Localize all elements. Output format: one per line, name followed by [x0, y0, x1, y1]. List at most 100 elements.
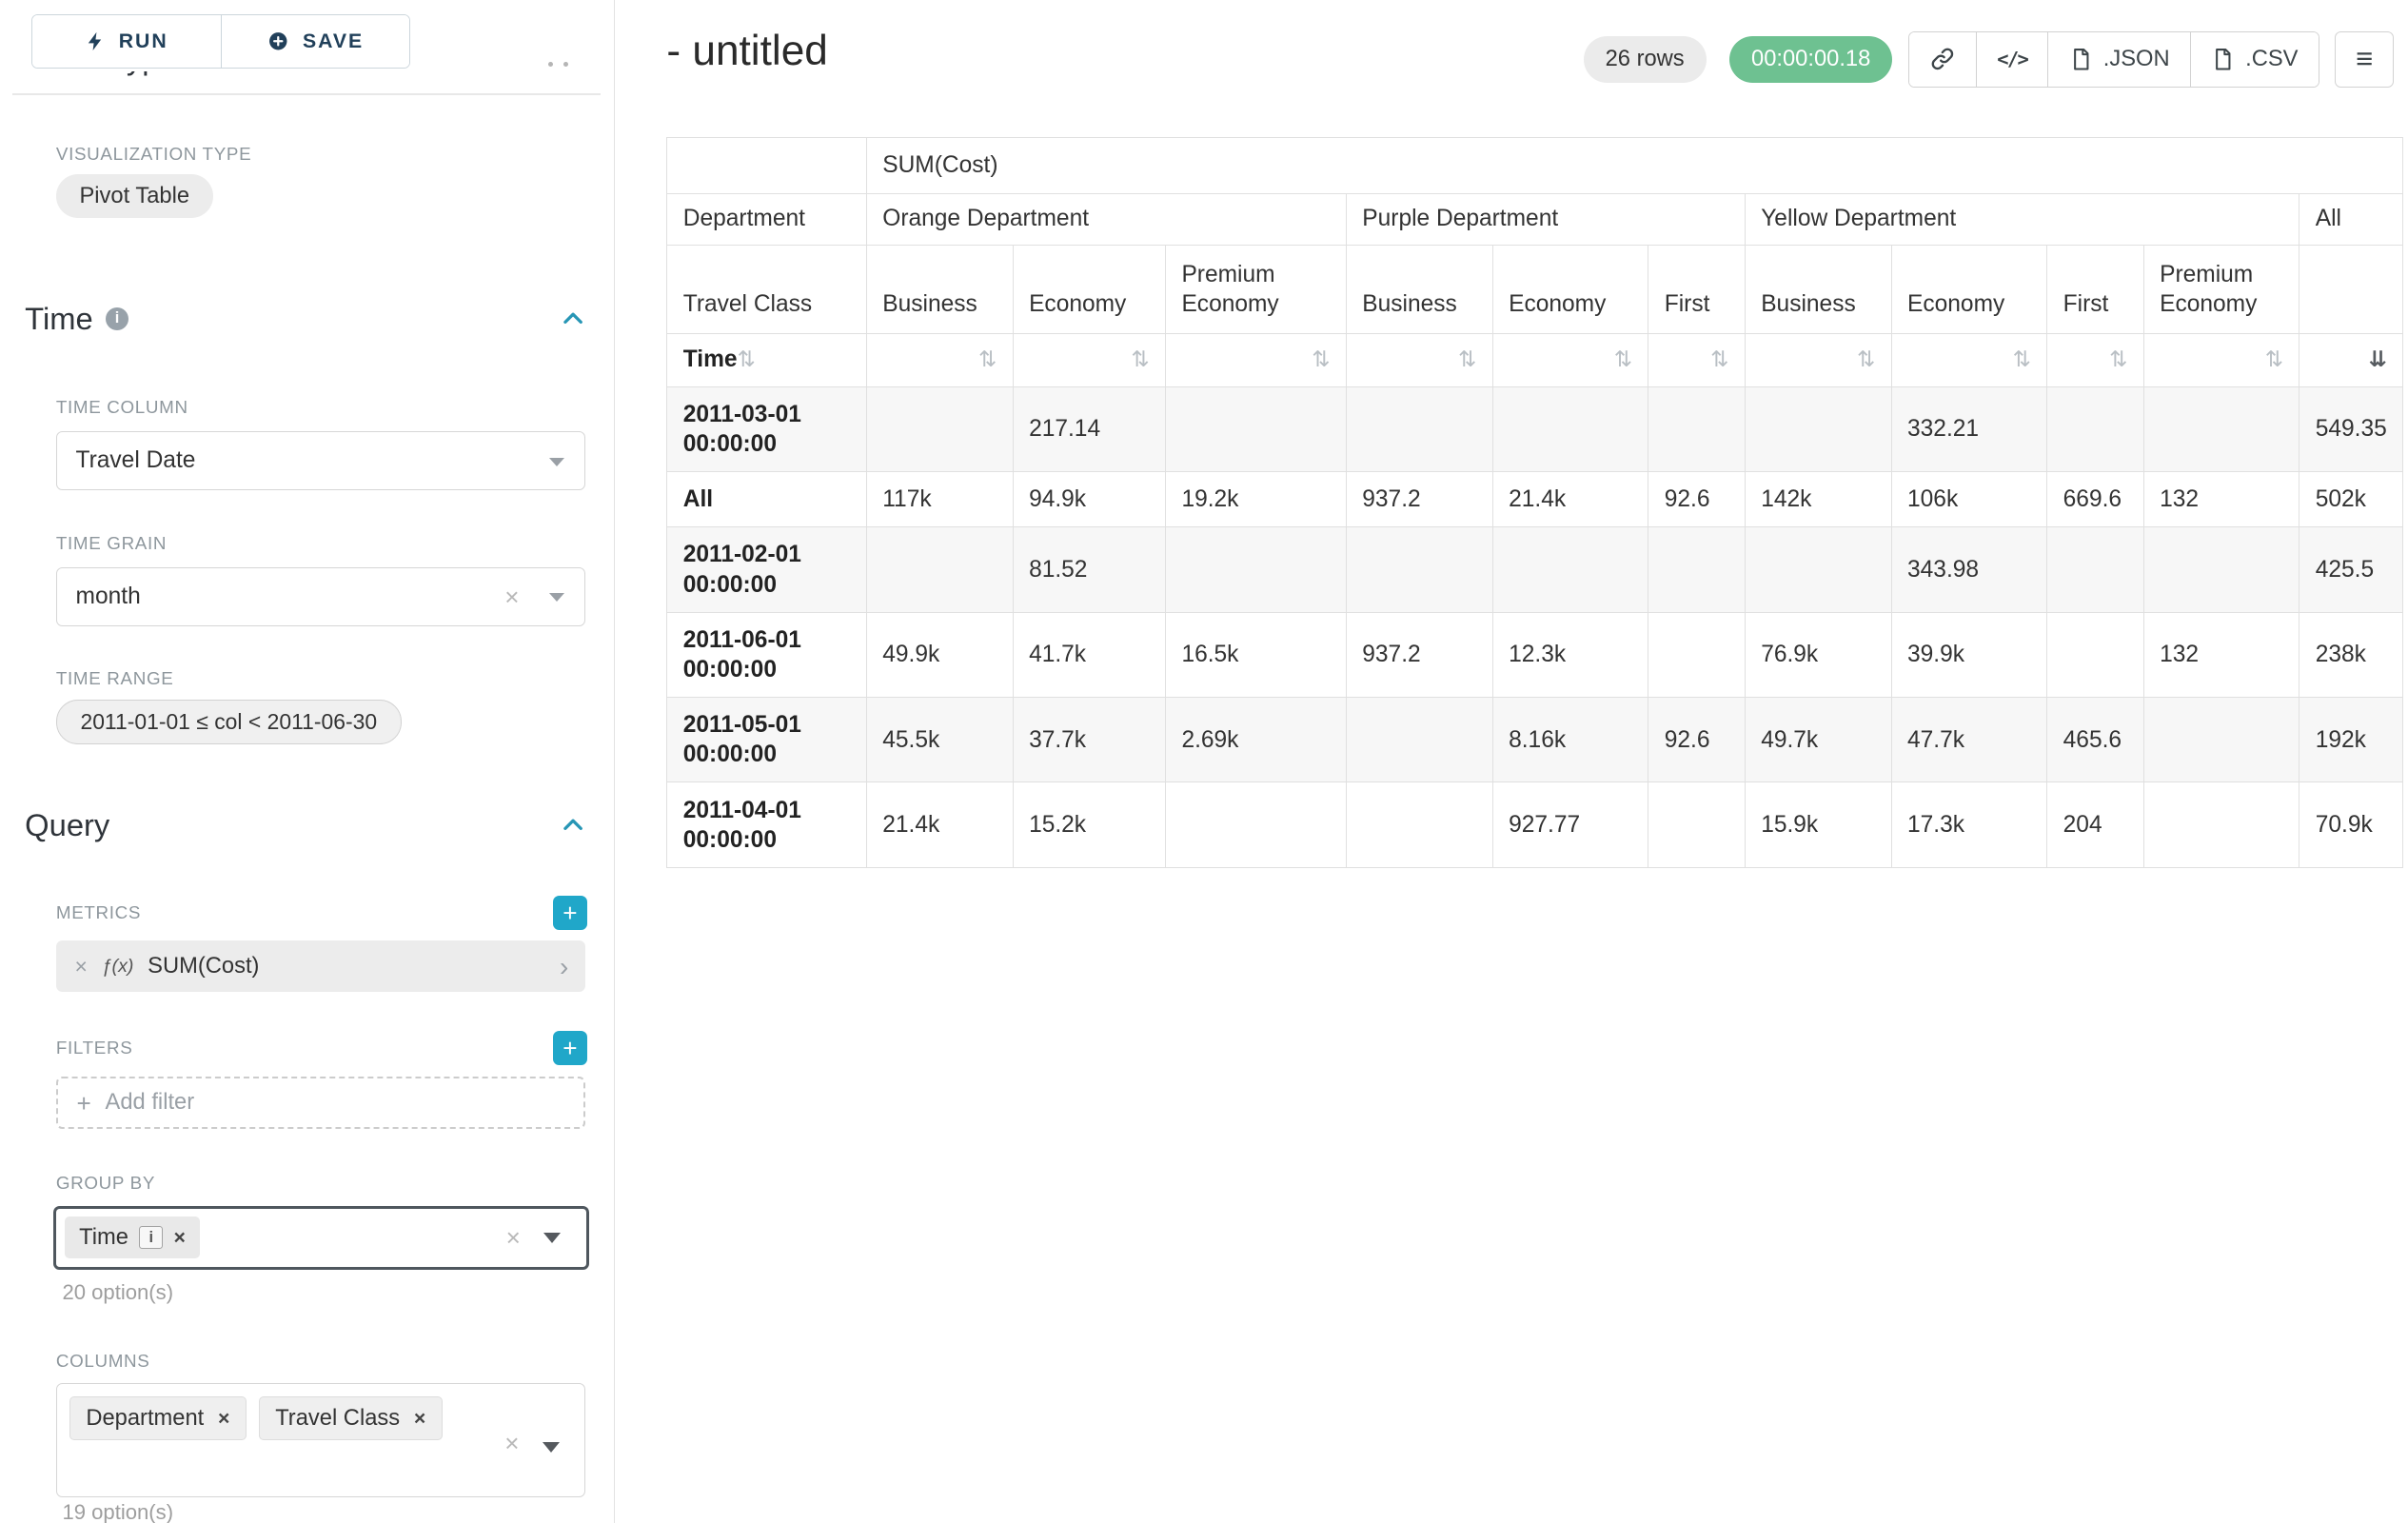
value-cell: 15.9k — [1745, 782, 1891, 867]
caret-down-icon[interactable] — [543, 1233, 561, 1243]
copy-link-button[interactable] — [1909, 32, 1976, 87]
add-filter-dropzone[interactable]: + Add filter — [56, 1077, 585, 1130]
sort-icon[interactable]: ⇅ — [1458, 347, 1476, 372]
value-cell: 425.5 — [2299, 527, 2403, 612]
sort-icon[interactable]: ⇅ — [1857, 347, 1875, 372]
caret-down-icon[interactable] — [549, 593, 564, 602]
value-cell: 217.14 — [1013, 386, 1165, 471]
sort-icon[interactable]: ⇅ — [2265, 347, 2283, 372]
pivot-metric-header: SUM(Cost) — [866, 138, 2402, 194]
query-section-header[interactable]: Query — [25, 807, 585, 843]
embed-code-button[interactable]: </> — [1976, 32, 2048, 87]
run-button[interactable]: RUN — [32, 15, 221, 69]
value-cell: 37.7k — [1013, 698, 1165, 782]
pivot-subcolumn-header: Premium Economy — [1166, 245, 1347, 333]
value-cell: 2.69k — [1166, 698, 1347, 782]
chevron-up-icon[interactable] — [561, 813, 585, 838]
sort-column-header[interactable]: ⇅ — [1013, 334, 1165, 387]
value-cell: 502k — [2299, 472, 2403, 527]
pivot-col-dimension-header: Department — [667, 193, 866, 245]
row-header: 2011-06-01 00:00:00 — [667, 612, 866, 697]
remove-tag-icon[interactable]: × — [414, 1407, 425, 1431]
remove-tag-icon[interactable]: × — [218, 1407, 229, 1431]
pivot-row-dimension-header[interactable]: Time⇅ — [667, 334, 866, 387]
metric-value: SUM(Cost) — [148, 954, 545, 979]
group-by-select[interactable]: Time i × × — [53, 1206, 589, 1270]
caret-down-icon[interactable] — [543, 1442, 560, 1453]
columns-tag[interactable]: Department × — [69, 1396, 247, 1440]
pivot-table-container: SUM(Cost)DepartmentOrange DepartmentPurp… — [666, 137, 2403, 868]
chevron-up-icon[interactable] — [561, 307, 585, 331]
remove-tag-icon[interactable]: × — [173, 1226, 185, 1250]
sort-column-header[interactable]: ⇅ — [1166, 334, 1347, 387]
save-button-label: SAVE — [303, 30, 364, 53]
pivot-subcolumn-header: First — [1648, 245, 1745, 333]
value-cell: 238k — [2299, 612, 2403, 697]
export-csv-button[interactable]: .CSV — [2190, 32, 2319, 87]
plus-icon: + — [77, 1091, 91, 1116]
value-cell — [1346, 386, 1492, 471]
table-row: All117k94.9k19.2k937.221.4k92.6142k106k6… — [667, 472, 2403, 527]
explore-view: Chart Type RUN SAVE VISUALIZATION TYPE P… — [0, 0, 2408, 1523]
drag-handle-dots — [548, 62, 568, 67]
value-cell: 94.9k — [1013, 472, 1165, 527]
time-column-select[interactable]: Travel Date — [56, 431, 585, 490]
metric-chip[interactable]: × ƒ(x) SUM(Cost) › — [56, 940, 585, 992]
sort-desc-icon[interactable]: ⇊ — [2369, 347, 2387, 372]
sort-column-header[interactable]: ⇅ — [866, 334, 1013, 387]
value-cell — [2143, 782, 2299, 867]
row-header: All — [667, 472, 866, 527]
add-filter-button[interactable]: + — [553, 1031, 587, 1065]
caret-down-icon[interactable] — [549, 458, 564, 466]
sort-column-header[interactable]: ⇅ — [1346, 334, 1492, 387]
value-cell — [1492, 386, 1648, 471]
columns-select[interactable]: Department × Travel Class × × — [56, 1383, 585, 1496]
clear-icon[interactable]: × — [506, 1225, 521, 1250]
sort-column-header[interactable]: ⇊ — [2299, 334, 2403, 387]
sort-column-header[interactable]: ⇅ — [2047, 334, 2143, 387]
hamburger-icon: ≡ — [2356, 42, 2373, 76]
group-by-tag[interactable]: Time i × — [65, 1216, 199, 1258]
value-cell: 937.2 — [1346, 472, 1492, 527]
sort-icon[interactable]: ⇅ — [2109, 347, 2127, 372]
value-cell — [866, 386, 1013, 471]
time-section-header[interactable]: Time i — [25, 301, 585, 337]
value-cell: 937.2 — [1346, 612, 1492, 697]
sort-icon[interactable]: ⇅ — [1312, 347, 1330, 372]
table-row: 2011-06-01 00:00:0049.9k41.7k16.5k937.21… — [667, 612, 2403, 697]
clear-icon[interactable]: × — [504, 584, 519, 609]
menu-button[interactable]: ≡ — [2335, 31, 2394, 88]
sort-icon[interactable]: ⇅ — [2013, 347, 2031, 372]
pivot-column-group-header: Orange Department — [866, 193, 1346, 245]
sort-column-header[interactable]: ⇅ — [1648, 334, 1745, 387]
sort-icon[interactable]: ⇅ — [738, 347, 756, 372]
time-range-value[interactable]: 2011-01-01 ≤ col < 2011-06-30 — [56, 700, 402, 744]
sort-column-header[interactable]: ⇅ — [1745, 334, 1891, 387]
add-metric-button[interactable]: + — [553, 896, 587, 930]
time-grain-select[interactable]: month × — [56, 567, 585, 626]
value-cell — [1648, 386, 1745, 471]
export-json-button[interactable]: .JSON — [2047, 32, 2189, 87]
time-column-value: Travel Date — [76, 447, 196, 474]
sort-icon[interactable]: ⇅ — [978, 347, 997, 372]
column-info-icon[interactable]: i — [139, 1226, 163, 1250]
clear-icon[interactable]: × — [504, 1431, 519, 1455]
chevron-right-icon[interactable]: › — [560, 954, 568, 980]
value-cell — [2143, 527, 2299, 612]
value-cell — [1648, 612, 1745, 697]
columns-tag[interactable]: Travel Class × — [259, 1396, 443, 1440]
sort-icon[interactable]: ⇅ — [1132, 347, 1150, 372]
columns-tag-label: Department — [86, 1406, 204, 1432]
function-icon: ƒ(x) — [102, 956, 134, 978]
sort-column-header[interactable]: ⇅ — [2143, 334, 2299, 387]
sort-icon[interactable]: ⇅ — [1710, 347, 1728, 372]
sort-column-header[interactable]: ⇅ — [1492, 334, 1648, 387]
group-by-label: GROUP BY — [56, 1173, 155, 1194]
save-button[interactable]: SAVE — [221, 15, 409, 69]
time-column-label: TIME COLUMN — [56, 397, 188, 418]
sort-icon[interactable]: ⇅ — [1614, 347, 1632, 372]
visualization-type-value[interactable]: Pivot Table — [56, 174, 213, 218]
value-cell: 132 — [2143, 472, 2299, 527]
sort-column-header[interactable]: ⇅ — [1891, 334, 2047, 387]
remove-metric-icon[interactable]: × — [75, 954, 88, 979]
